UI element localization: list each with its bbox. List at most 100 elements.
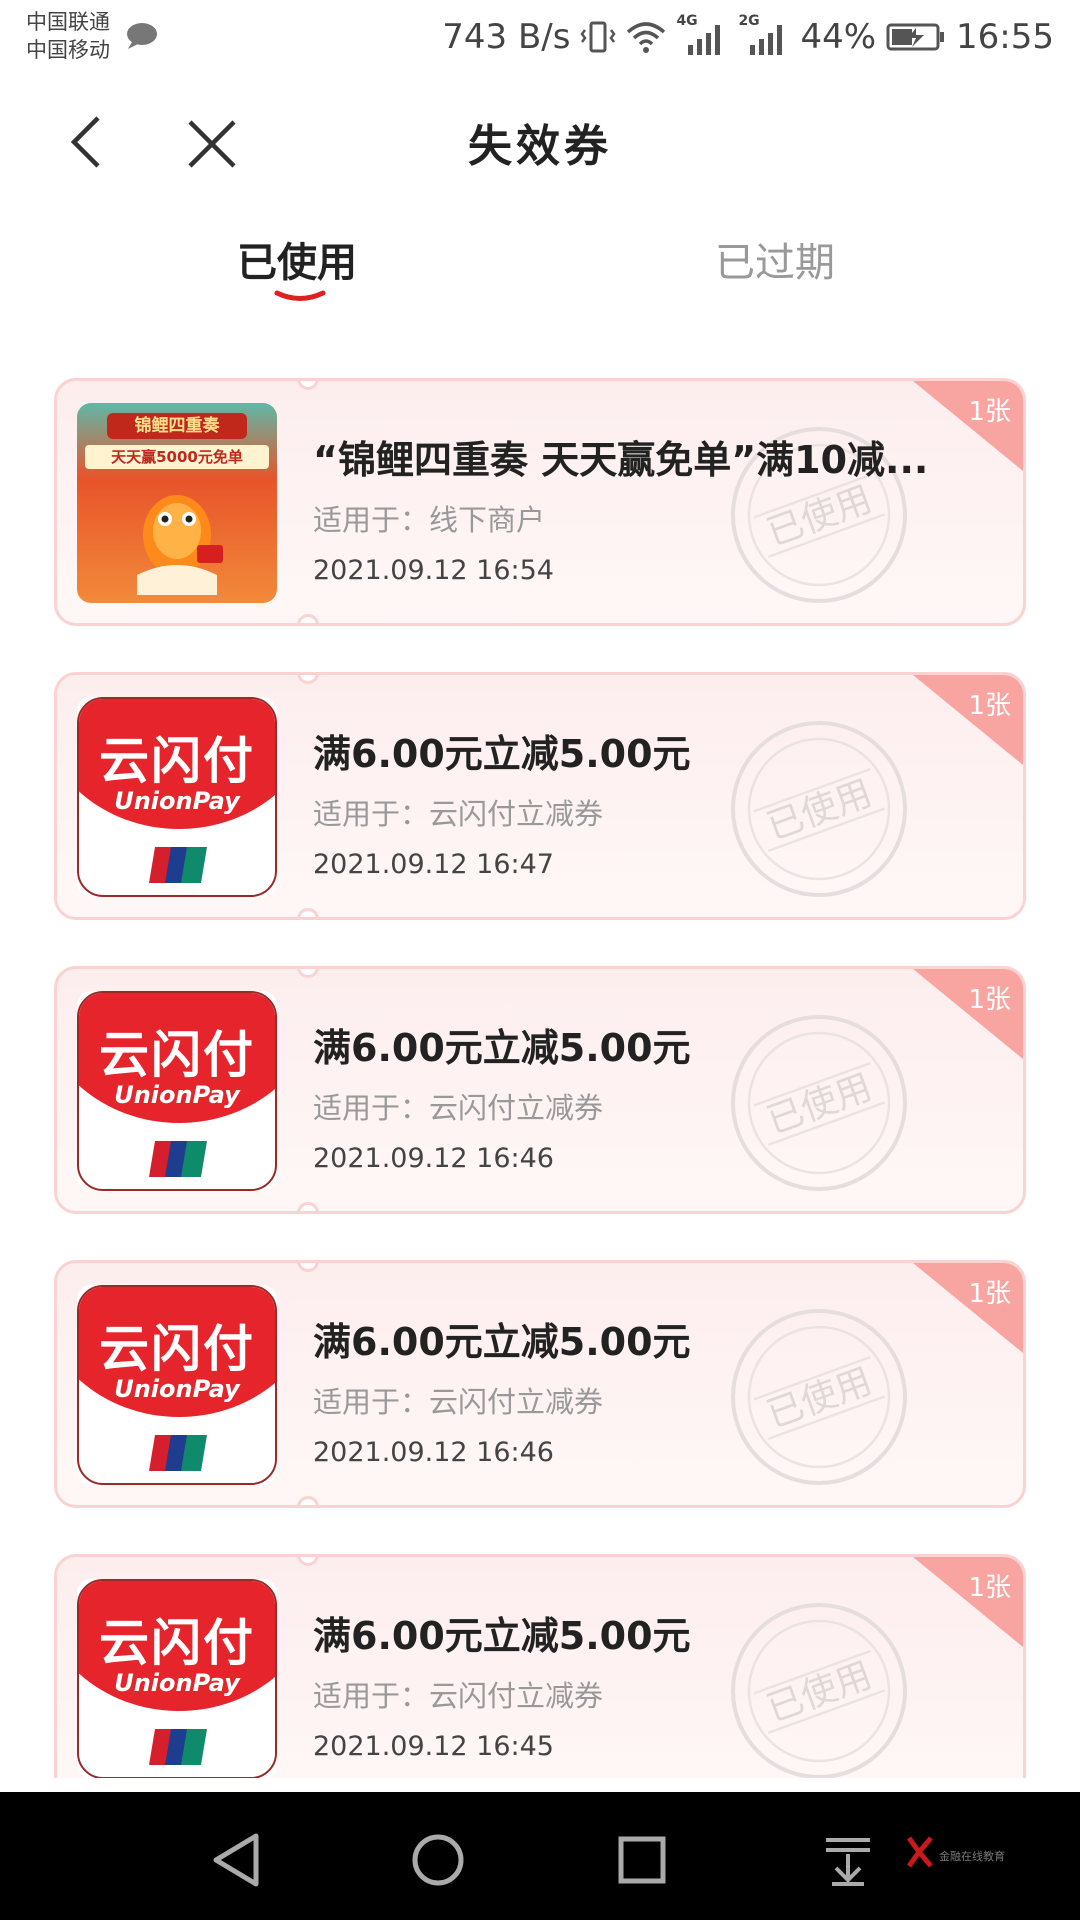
top-navigation: 失效券 bbox=[0, 90, 1080, 190]
unionpay-logo-cn: 云闪付 bbox=[99, 1614, 255, 1672]
unionpay-logo-frame: 云闪付 UnionPay bbox=[77, 1285, 277, 1485]
page-title: 失效券 bbox=[468, 121, 612, 172]
used-stamp-text: 已使用 bbox=[762, 1655, 878, 1730]
coupon-count: 1张 bbox=[968, 1279, 1011, 1309]
unionpay-logo-cn: 云闪付 bbox=[99, 1026, 255, 1084]
battery-percent: 44% bbox=[800, 17, 877, 57]
signal-2g: 2G bbox=[738, 13, 790, 57]
wifi-icon bbox=[627, 22, 666, 53]
vibrate-icon bbox=[580, 21, 616, 53]
carrier-info: 中国联通 中国移动 bbox=[26, 8, 110, 64]
tab-expired[interactable]: 已过期 bbox=[715, 230, 835, 288]
coupon-card[interactable]: 云闪付 UnionPay 已使用 满6.00元立减5.00元 适用于：云闪付立减… bbox=[54, 1554, 1026, 1778]
unionpay-card-icon bbox=[149, 1141, 207, 1177]
signal-4g: 4G bbox=[676, 13, 728, 57]
tab-bar: 已使用 已过期 bbox=[0, 230, 1080, 320]
watermark-text: 金融在线教育 bbox=[939, 1850, 1005, 1863]
clock: 16:55 bbox=[956, 17, 1054, 57]
coupon-title: 满6.00元立减5.00元 bbox=[313, 1026, 691, 1070]
unionpay-logo-frame: 云闪付 UnionPay bbox=[77, 991, 277, 1191]
coupon-scope: 适用于：云闪付立减券 bbox=[313, 1673, 603, 1715]
unionpay-logo-en: UnionPay bbox=[114, 787, 240, 815]
coupon-date: 2021.09.12 16:45 bbox=[313, 1731, 554, 1762]
coupon-scope: 适用于：云闪付立减券 bbox=[313, 1379, 603, 1421]
status-bar: 中国联通 中国移动 743 B/s 4G 2G 44% 16:55 bbox=[0, 0, 1080, 74]
unionpay-logo-en: UnionPay bbox=[114, 1081, 240, 1109]
ticket-notch bbox=[297, 381, 319, 390]
coupon-card[interactable]: 云闪付 UnionPay 已使用 满6.00元立减5.00元 适用于：云闪付立减… bbox=[54, 966, 1026, 1214]
ticket-notch bbox=[297, 1557, 319, 1566]
ticket-notch bbox=[297, 1496, 319, 1505]
coupon-thumbnail: 云闪付 UnionPay bbox=[77, 697, 277, 897]
coupon-count: 1张 bbox=[968, 985, 1011, 1015]
pull-down-notification-icon[interactable] bbox=[818, 1830, 878, 1890]
coupon-thumbnail: 云闪付 UnionPay bbox=[77, 991, 277, 1191]
unionpay-logo-frame: 云闪付 UnionPay bbox=[77, 1579, 277, 1778]
back-triangle-icon[interactable] bbox=[206, 1830, 266, 1890]
message-icon bbox=[127, 23, 157, 49]
recents-square-icon[interactable] bbox=[612, 1830, 672, 1890]
scope-value: 云闪付立减券 bbox=[429, 797, 604, 831]
coupon-date: 2021.09.12 16:46 bbox=[313, 1143, 554, 1174]
coupon-title: 满6.00元立减5.00元 bbox=[313, 732, 691, 776]
signal-icon bbox=[688, 25, 721, 55]
coupon-count: 1张 bbox=[968, 397, 1011, 427]
ticket-notch bbox=[297, 1263, 319, 1272]
carrier-2: 中国移动 bbox=[26, 38, 110, 62]
scope-value: 云闪付立减券 bbox=[429, 1385, 604, 1419]
coupon-card[interactable]: 云闪付 UnionPay 已使用 满6.00元立减5.00元 适用于：云闪付立减… bbox=[54, 672, 1026, 920]
tab-used[interactable]: 已使用 bbox=[237, 230, 357, 288]
unionpay-logo-en: UnionPay bbox=[114, 1669, 240, 1697]
koi-banner: 锦鲤四重奏 bbox=[107, 413, 247, 439]
ticket-notch bbox=[297, 908, 319, 917]
unionpay-logo-frame: 云闪付 UnionPay bbox=[77, 697, 277, 897]
coupon-scope: 适用于：云闪付立减券 bbox=[313, 791, 603, 833]
unionpay-logo-cn: 云闪付 bbox=[99, 1320, 255, 1378]
koi-fish-icon bbox=[137, 495, 223, 595]
scope-prefix: 适用于： bbox=[313, 797, 430, 831]
coupon-date: 2021.09.12 16:47 bbox=[313, 849, 554, 880]
used-stamp-text: 已使用 bbox=[762, 1067, 878, 1142]
network-speed: 743 B/s bbox=[442, 17, 571, 57]
coupon-date: 2021.09.12 16:54 bbox=[313, 555, 554, 586]
unionpay-logo-en: UnionPay bbox=[114, 1375, 240, 1403]
coupon-list: 锦鲤四重奏 天天赢5000元免单 已使用 “锦鲤四重奏 天天赢免单”满10减..… bbox=[0, 378, 1080, 1778]
scope-prefix: 适用于： bbox=[313, 1091, 430, 1125]
unionpay-logo-cn: 云闪付 bbox=[99, 732, 255, 790]
coupon-scope: 适用于：线下商户 bbox=[313, 497, 545, 539]
coupon-thumbnail: 锦鲤四重奏 天天赢5000元免单 bbox=[77, 403, 277, 603]
ticket-notch bbox=[297, 969, 319, 978]
carrier-1: 中国联通 bbox=[26, 10, 110, 34]
koi-subtitle: 天天赢5000元免单 bbox=[85, 445, 269, 469]
scope-value: 云闪付立减券 bbox=[429, 1091, 604, 1125]
status-icons: 743 B/s 4G 2G 44% 16:55 bbox=[442, 13, 1054, 60]
used-stamp-text: 已使用 bbox=[762, 479, 878, 554]
scope-prefix: 适用于： bbox=[313, 503, 430, 537]
unionpay-card-icon bbox=[149, 1435, 207, 1471]
coupon-title: 满6.00元立减5.00元 bbox=[313, 1320, 691, 1364]
ticket-notch bbox=[297, 614, 319, 623]
scope-prefix: 适用于： bbox=[313, 1679, 430, 1713]
coupon-thumbnail: 云闪付 UnionPay bbox=[77, 1579, 277, 1778]
scope-value: 线下商户 bbox=[429, 503, 546, 537]
battery-charging-icon bbox=[886, 23, 945, 51]
unionpay-card-icon bbox=[149, 1729, 207, 1765]
watermark: 金融在线教育 bbox=[905, 1834, 1035, 1878]
scope-prefix: 适用于： bbox=[313, 1385, 430, 1419]
active-tab-indicator bbox=[274, 290, 326, 301]
used-stamp-text: 已使用 bbox=[762, 1361, 878, 1436]
watermark-logo-icon bbox=[906, 1836, 933, 1868]
coupon-count: 1张 bbox=[968, 691, 1011, 721]
coupon-count: 1张 bbox=[968, 1573, 1011, 1603]
coupon-card[interactable]: 锦鲤四重奏 天天赢5000元免单 已使用 “锦鲤四重奏 天天赢免单”满10减..… bbox=[54, 378, 1026, 626]
ticket-notch bbox=[297, 1202, 319, 1211]
unionpay-card-icon bbox=[149, 847, 207, 883]
coupon-scope: 适用于：云闪付立减券 bbox=[313, 1085, 603, 1127]
coupon-card[interactable]: 云闪付 UnionPay 已使用 满6.00元立减5.00元 适用于：云闪付立减… bbox=[54, 1260, 1026, 1508]
coupon-title: “锦鲤四重奏 天天赢免单”满10减... bbox=[313, 438, 929, 482]
coupon-thumbnail: 云闪付 UnionPay bbox=[77, 1285, 277, 1485]
ticket-notch bbox=[297, 675, 319, 684]
signal-icon bbox=[750, 25, 783, 55]
home-circle-icon[interactable] bbox=[408, 1830, 468, 1890]
coupon-title: 满6.00元立减5.00元 bbox=[313, 1614, 691, 1658]
